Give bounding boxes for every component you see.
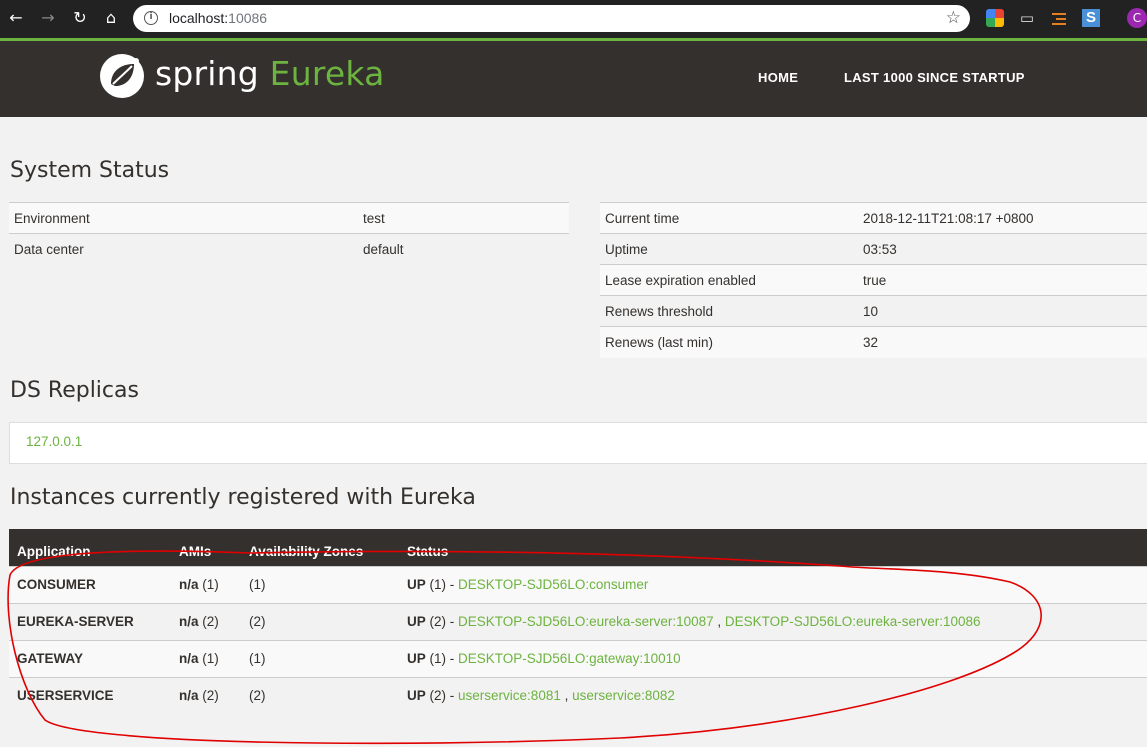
laptop-extension-icon[interactable]: ▭ bbox=[1018, 9, 1036, 27]
status-row: Renews threshold 10 bbox=[600, 295, 1147, 327]
status-row: Data center default bbox=[9, 233, 569, 265]
app-name: GATEWAY bbox=[9, 639, 171, 677]
brand-title[interactable]: spring Eureka bbox=[155, 53, 385, 95]
status-value: test bbox=[358, 202, 569, 234]
app-name: EUREKA-SERVER bbox=[9, 602, 171, 640]
zones-cell: (2) bbox=[241, 602, 399, 640]
brand-eureka: Eureka bbox=[269, 54, 385, 93]
status-row: Environment test bbox=[9, 202, 569, 234]
ds-replicas-heading: DS Replicas bbox=[10, 378, 139, 403]
instance-link[interactable]: DESKTOP-SJD56LO:consumer bbox=[458, 577, 648, 592]
status-label: Lease expiration enabled bbox=[600, 264, 858, 296]
status-value: 32 bbox=[858, 326, 1147, 358]
status-cell: UP (1) - DESKTOP-SJD56LO:consumer bbox=[399, 565, 1147, 603]
amis-cell: n/a (1) bbox=[171, 639, 241, 677]
reload-icon[interactable]: ↻ bbox=[70, 8, 90, 28]
system-status-heading: System Status bbox=[10, 158, 170, 183]
status-row: Renews (last min) 32 bbox=[600, 326, 1147, 358]
system-status-left-table: Environment test Data center default bbox=[9, 202, 569, 265]
instance-link[interactable]: userservice:8081 bbox=[458, 688, 561, 703]
status-value: 2018-12-11T21:08:17 +0800 bbox=[858, 202, 1147, 234]
instances-header-row: Application AMIs Availability Zones Stat… bbox=[9, 529, 1147, 566]
instances-table: Application AMIs Availability Zones Stat… bbox=[9, 529, 1147, 714]
back-icon[interactable]: ← bbox=[6, 8, 26, 28]
app-name: CONSUMER bbox=[9, 565, 171, 603]
zones-cell: (1) bbox=[241, 565, 399, 603]
instance-link[interactable]: DESKTOP-SJD56LO:gateway:10010 bbox=[458, 651, 681, 666]
col-availability-zones: Availability Zones bbox=[241, 529, 399, 566]
brand-spring: spring bbox=[155, 54, 259, 93]
home-icon[interactable]: ⌂ bbox=[101, 8, 121, 28]
status-label: Current time bbox=[600, 202, 858, 234]
status-cell: UP (1) - DESKTOP-SJD56LO:gateway:10010 bbox=[399, 639, 1147, 677]
address-bar[interactable]: i localhost:10086 ☆ bbox=[133, 5, 970, 32]
status-row: Lease expiration enabled true bbox=[600, 264, 1147, 296]
table-row: GATEWAY n/a (1) (1) UP (1) - DESKTOP-SJD… bbox=[9, 639, 1147, 677]
instance-link[interactable]: DESKTOP-SJD56LO:eureka-server:10086 bbox=[725, 614, 981, 629]
status-label: Renews threshold bbox=[600, 295, 858, 327]
table-row: CONSUMER n/a (1) (1) UP (1) - DESKTOP-SJ… bbox=[9, 565, 1147, 603]
nav-home-link[interactable]: HOME bbox=[758, 70, 798, 85]
zones-cell: (1) bbox=[241, 639, 399, 677]
zones-cell: (2) bbox=[241, 676, 399, 714]
amis-cell: n/a (1) bbox=[171, 565, 241, 603]
amis-cell: n/a (2) bbox=[171, 602, 241, 640]
status-value: 03:53 bbox=[858, 233, 1147, 265]
replica-link[interactable]: 127.0.0.1 bbox=[26, 434, 82, 449]
s-extension-icon[interactable]: S bbox=[1082, 9, 1100, 27]
forward-icon[interactable]: → bbox=[38, 8, 58, 28]
col-status: Status bbox=[399, 529, 1147, 566]
status-row: Current time 2018-12-11T21:08:17 +0800 bbox=[600, 202, 1147, 234]
status-label: Uptime bbox=[600, 233, 858, 265]
nav-last-1000-link[interactable]: LAST 1000 SINCE STARTUP bbox=[844, 70, 1025, 85]
table-row: USERSERVICE n/a (2) (2) UP (2) - userser… bbox=[9, 676, 1147, 714]
trace-extension-icon[interactable] bbox=[1050, 9, 1068, 27]
amis-cell: n/a (2) bbox=[171, 676, 241, 714]
status-cell: UP (2) - userservice:8081 , userservice:… bbox=[399, 676, 1147, 714]
status-value: 10 bbox=[858, 295, 1147, 327]
profile-avatar[interactable]: C bbox=[1127, 8, 1147, 28]
url-text[interactable]: localhost:10086 bbox=[169, 10, 267, 26]
instance-link[interactable]: DESKTOP-SJD56LO:eureka-server:10087 bbox=[458, 614, 714, 629]
spring-leaf-logo-icon[interactable] bbox=[99, 53, 145, 99]
instance-link[interactable]: userservice:8082 bbox=[572, 688, 675, 703]
status-label: Environment bbox=[9, 202, 358, 234]
browser-toolbar: ← → ↻ ⌂ i localhost:10086 ☆ ▭ S C bbox=[0, 0, 1147, 38]
status-cell: UP (2) - DESKTOP-SJD56LO:eureka-server:1… bbox=[399, 602, 1147, 640]
status-row: Uptime 03:53 bbox=[600, 233, 1147, 265]
instances-heading: Instances currently registered with Eure… bbox=[10, 485, 476, 510]
col-amis: AMIs bbox=[171, 529, 241, 566]
status-label: Renews (last min) bbox=[600, 326, 858, 358]
table-row: EUREKA-SERVER n/a (2) (2) UP (2) - DESKT… bbox=[9, 602, 1147, 640]
col-application: Application bbox=[9, 529, 171, 566]
status-value: default bbox=[358, 233, 569, 265]
app-name: USERSERVICE bbox=[9, 676, 171, 714]
bookmark-star-icon[interactable]: ☆ bbox=[946, 8, 961, 28]
status-label: Data center bbox=[9, 233, 358, 265]
color-picker-extension-icon[interactable] bbox=[986, 9, 1004, 27]
eureka-navbar: spring Eureka HOME LAST 1000 SINCE START… bbox=[0, 41, 1147, 117]
system-status-right-table: Current time 2018-12-11T21:08:17 +0800 U… bbox=[600, 202, 1147, 358]
info-icon[interactable]: i bbox=[144, 11, 158, 25]
status-value: true bbox=[858, 264, 1147, 296]
ds-replicas-list: 127.0.0.1 bbox=[9, 422, 1147, 464]
